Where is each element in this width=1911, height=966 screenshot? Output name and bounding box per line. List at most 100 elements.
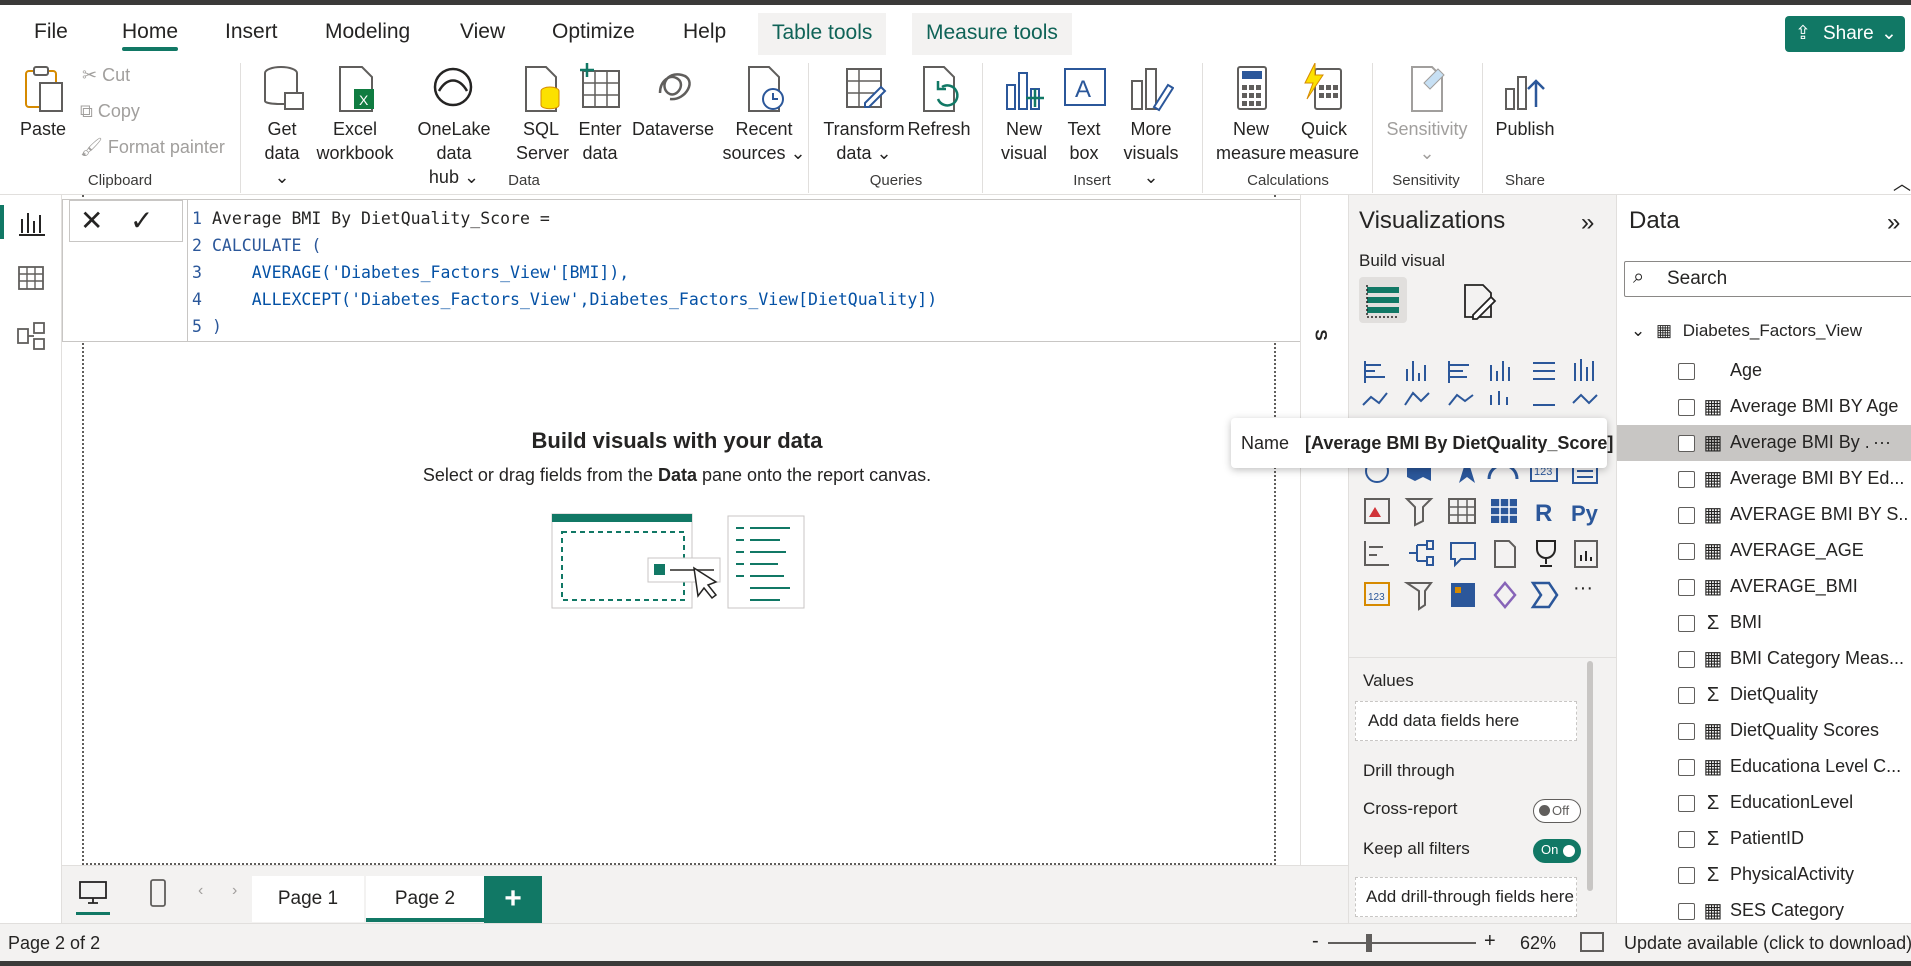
fit-to-page-icon[interactable] xyxy=(1580,932,1604,952)
checkbox[interactable] xyxy=(1678,759,1695,776)
cross-report-toggle[interactable]: Off xyxy=(1533,799,1581,823)
checkbox[interactable] xyxy=(1678,831,1695,848)
sensitivity-button[interactable]: Sensitivity ⌄ xyxy=(1384,63,1470,165)
field-age[interactable]: Age xyxy=(1617,353,1911,389)
field-educationa-level-c[interactable]: ▦ Educationa Level C... xyxy=(1617,749,1911,785)
transform-data-button[interactable]: Transform data ⌄ xyxy=(822,63,906,165)
field-average-bmi[interactable]: ▦ AVERAGE_BMI xyxy=(1617,569,1911,605)
sql-server-button[interactable]: SQL Server xyxy=(516,63,569,165)
page-tab-1[interactable]: Page 1 xyxy=(252,876,364,922)
publish-button[interactable]: Publish xyxy=(1492,63,1558,141)
checkbox[interactable] xyxy=(1678,399,1695,416)
checkbox[interactable] xyxy=(1678,363,1695,380)
field-average-bmi-by-ed[interactable]: ▦ Average BMI BY Ed... xyxy=(1617,461,1911,497)
field-ses-category[interactable]: ▦ SES Category xyxy=(1617,893,1911,923)
paste-button[interactable]: Paste xyxy=(16,63,70,141)
tab-table-tools[interactable]: Table tools xyxy=(758,13,887,57)
tab-view[interactable]: View xyxy=(460,17,505,51)
field-average-bmi-by-s[interactable]: ▦ AVERAGE BMI BY S... xyxy=(1617,497,1911,533)
add-page-button[interactable]: + xyxy=(484,876,542,924)
checkbox[interactable] xyxy=(1678,723,1695,740)
table-view-icon[interactable] xyxy=(14,261,48,295)
onelake-data-hub-button[interactable]: OneLake data hub ⌄ xyxy=(398,63,510,189)
checkbox[interactable] xyxy=(1678,867,1695,884)
keep-all-filters-toggle[interactable]: On xyxy=(1533,839,1581,863)
copy-button[interactable]: ⧉ Copy xyxy=(80,101,140,122)
desktop-layout-icon[interactable] xyxy=(78,880,108,906)
checkbox[interactable] xyxy=(1678,543,1695,560)
collapse-pane-icon[interactable]: » xyxy=(1581,209,1594,237)
build-visual-label: Build visual xyxy=(1359,251,1445,270)
checkbox[interactable] xyxy=(1678,651,1695,668)
collapse-data-pane-icon[interactable]: » xyxy=(1887,209,1900,237)
zoom-slider-thumb[interactable] xyxy=(1366,934,1372,952)
report-view-icon[interactable] xyxy=(14,205,48,239)
more-options-icon[interactable]: ··· xyxy=(1873,432,1891,453)
dataverse-button[interactable]: Dataverse xyxy=(632,63,714,141)
mobile-layout-icon[interactable] xyxy=(148,878,168,908)
field-educationlevel[interactable]: Σ EducationLevel xyxy=(1617,785,1911,821)
model-view-icon[interactable] xyxy=(14,319,48,353)
sigma-icon: Σ xyxy=(1706,792,1720,814)
format-painter-button[interactable]: 🖌 Format painter xyxy=(80,137,225,158)
field-average-age[interactable]: ▦ AVERAGE_AGE xyxy=(1617,533,1911,569)
commit-check-icon[interactable]: ✓ xyxy=(130,205,153,237)
tab-insert[interactable]: Insert xyxy=(225,17,278,51)
formula-editor[interactable]: 1 Average BMI By DietQuality_Score = 2 CAL… xyxy=(187,200,1287,341)
zoom-in-button[interactable]: + xyxy=(1484,930,1496,953)
tab-home[interactable]: Home xyxy=(122,17,179,51)
zoom-slider-track[interactable] xyxy=(1328,942,1476,944)
refresh-button[interactable]: Refresh xyxy=(906,63,972,141)
format-visual-tab[interactable] xyxy=(1459,281,1499,321)
checkbox[interactable] xyxy=(1678,795,1695,812)
cancel-icon[interactable]: ✕ xyxy=(80,205,103,237)
update-available-link[interactable]: Update available (click to download) xyxy=(1624,933,1911,954)
tab-help[interactable]: Help xyxy=(683,17,726,51)
text-box-button[interactable]: A Text box xyxy=(1056,63,1112,165)
recent-sources-button[interactable]: Recent sources ⌄ xyxy=(720,63,808,165)
field-dietquality[interactable]: Σ DietQuality xyxy=(1617,677,1911,713)
checkbox[interactable] xyxy=(1678,615,1695,632)
drill-through-well[interactable]: Add drill-through fields here xyxy=(1355,877,1577,917)
checkbox[interactable] xyxy=(1678,903,1695,920)
dax-formula-bar[interactable]: ✕ ✓ 1 Average BMI By DietQuality_Score = … xyxy=(62,199,1342,342)
enter-data-button[interactable]: Enter data xyxy=(574,63,626,165)
divider xyxy=(240,63,241,193)
zoom-out-button[interactable]: - xyxy=(1312,930,1319,953)
page-scroll-right-icon[interactable]: › xyxy=(232,882,237,900)
field-average-bmi-by-dietquality[interactable]: ▦ Average BMI By ... ··· xyxy=(1617,425,1911,461)
search-field[interactable]: ⌕ Search xyxy=(1624,261,1911,297)
tab-modeling[interactable]: Modeling xyxy=(325,17,410,51)
cut-button[interactable]: ✂ Cut xyxy=(82,65,130,86)
checkbox[interactable] xyxy=(1678,471,1695,488)
checkbox[interactable] xyxy=(1678,507,1695,524)
checkbox[interactable] xyxy=(1678,435,1695,452)
collapse-ribbon-icon[interactable]: ︿ xyxy=(1893,170,1911,196)
field-patientid[interactable]: Σ PatientID xyxy=(1617,821,1911,857)
page-tab-2[interactable]: Page 2 xyxy=(366,876,484,922)
tab-optimize[interactable]: Optimize xyxy=(552,17,635,51)
page-scroll-left-icon[interactable]: ‹ xyxy=(198,882,203,900)
tab-file[interactable]: File xyxy=(34,17,68,51)
excel-workbook-button[interactable]: X Excel workbook xyxy=(314,63,396,165)
field-average-bmi-by-age[interactable]: ▦ Average BMI BY Age xyxy=(1617,389,1911,425)
field-bmi-category-measure[interactable]: ▦ BMI Category Meas... xyxy=(1617,641,1911,677)
quick-measure-button[interactable]: Quick measure xyxy=(1288,62,1360,165)
new-measure-button[interactable]: New measure xyxy=(1214,63,1288,165)
get-data-button[interactable]: Get data ⌄ xyxy=(256,63,308,189)
build-visual-tab[interactable] xyxy=(1359,277,1407,323)
more-visuals-button[interactable]: More visuals ⌄ xyxy=(1114,63,1188,189)
share-button[interactable]: ⇪ Share ⌄ xyxy=(1785,16,1905,52)
more-visuals-ellipsis[interactable]: ··· xyxy=(1573,577,1593,600)
filters-pane-collapsed[interactable]: S xyxy=(1300,195,1348,865)
field-dietquality-scores[interactable]: ▦ DietQuality Scores xyxy=(1617,713,1911,749)
new-visual-button[interactable]: New visual xyxy=(996,63,1052,165)
checkbox[interactable] xyxy=(1678,579,1695,596)
values-well[interactable]: Add data fields here xyxy=(1355,701,1577,741)
field-physicalactivity[interactable]: Σ PhysicalActivity xyxy=(1617,857,1911,893)
table-node[interactable]: ⌄ ▦ Diabetes_Factors_View xyxy=(1631,321,1862,341)
viz-pane-scrollbar[interactable] xyxy=(1587,661,1593,891)
checkbox[interactable] xyxy=(1678,687,1695,704)
tab-measure-tools[interactable]: Measure tools xyxy=(912,13,1072,57)
field-bmi[interactable]: Σ BMI xyxy=(1617,605,1911,641)
